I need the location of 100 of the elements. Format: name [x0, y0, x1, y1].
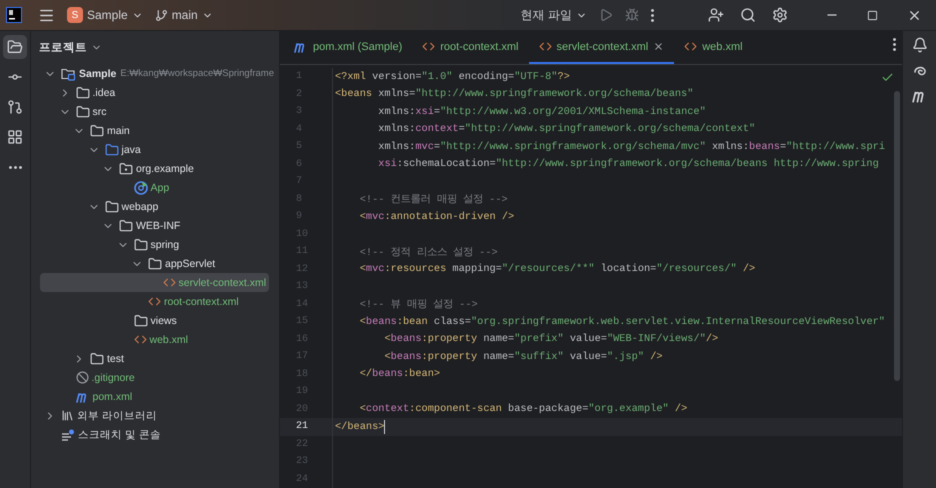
code-line: <context:component-scan base-package="org.example" /> — [360, 403, 688, 416]
folder-icon — [148, 256, 162, 270]
folder-icon — [119, 218, 133, 232]
tree-item[interactable]: pom.xml — [40, 387, 269, 406]
scrollbar[interactable] — [894, 91, 900, 381]
tree-item[interactable]: App — [40, 178, 269, 197]
code-line: </beans> — [335, 420, 384, 433]
tree-item-label: main — [107, 124, 130, 136]
pull-request-icon — [7, 99, 23, 115]
folder-icon — [76, 104, 90, 118]
bug-icon — [625, 8, 639, 22]
code-line: <beans:property name="prefix" value="WEB-INF/views/"/> — [384, 333, 718, 346]
bell-icon-button[interactable] — [912, 37, 928, 53]
text-caret — [384, 420, 386, 434]
package-icon — [119, 162, 133, 176]
code-line: <!-- 뷰 매핑 설정 --> — [360, 298, 478, 312]
folder-icon — [7, 39, 23, 55]
branch-selector[interactable]: main — [148, 2, 219, 28]
run-config-selector[interactable]: 현재 파일 — [514, 2, 593, 28]
tree-item[interactable]: src — [40, 102, 269, 121]
code-line: <!-- 정적 리소스 설정 --> — [360, 246, 498, 259]
code-line: xsi:schemaLocation="http://www.springframework.org/schema/beans http://www.spring — [378, 158, 879, 170]
tree-item[interactable]: web.xml — [40, 330, 269, 349]
tree-item-label: appServlet — [165, 258, 216, 270]
tree-item[interactable]: servlet-context.xml — [40, 273, 269, 292]
scratch-icon — [61, 428, 75, 440]
tree-item-label: root-context.xml — [164, 296, 239, 308]
tree-item[interactable]: 스크래치 및 콘솔 — [40, 425, 269, 444]
app-logo-icon — [6, 7, 22, 23]
project-badge: S — [67, 7, 83, 23]
tree-item[interactable]: java — [40, 140, 269, 159]
bell-icon — [912, 37, 928, 53]
tree-item-label: web.xml — [150, 334, 188, 346]
tool-window-button[interactable] — [3, 35, 27, 59]
code-line: <beans xmlns="http://www.springframework.org/schema/beans" — [335, 88, 694, 100]
project-path: E:₩kang₩workspace₩Springframe — [120, 68, 274, 79]
tree-item-label: 스크래치 및 콘솔 — [78, 428, 161, 442]
project-folder-icon — [61, 66, 76, 80]
tree-item[interactable]: WEB-INF — [40, 216, 269, 235]
code-line: <beans:property name="suffix" value=".jsp" /> — [384, 350, 663, 363]
code-line: xmlns:mvc="http://www.springframework.org/schema/mvc" xmlns:beans="http://www.spri — [378, 140, 886, 153]
ignore-file-icon — [76, 371, 88, 384]
folder-icon — [90, 124, 104, 138]
tree-item[interactable]: 외부 라이브러리 — [40, 406, 269, 425]
project-selector[interactable]: S Sample — [61, 2, 149, 28]
editor-tab[interactable]: web.xml — [674, 31, 753, 64]
folder-icon — [104, 200, 118, 214]
tree-item-label: servlet-context.xml — [178, 276, 266, 288]
tree-item-label: Sample — [79, 68, 116, 80]
code-line: xmlns:xsi="http://www.w3.org/2001/XMLSchema-instance" — [378, 106, 706, 118]
tree-item[interactable]: appServlet — [40, 254, 269, 273]
tree-item-label: 외부 라이브러리 — [77, 408, 157, 422]
search-icon — [740, 7, 756, 23]
more-icon — [893, 38, 896, 50]
class-icon — [134, 180, 148, 194]
maximize-icon — [866, 10, 878, 20]
library-icon — [61, 409, 74, 422]
code-line: <beans:bean class="org.springframework.web.servlet.view.InternalResourceViewResolver" — [360, 316, 885, 328]
tree-item-label: views — [150, 314, 177, 326]
tree-item[interactable]: main — [40, 121, 269, 140]
code-line: <?xml version="1.0" encoding="UTF-8"?> — [335, 70, 570, 83]
code-file-icon — [684, 40, 698, 53]
more-icon — [651, 8, 654, 22]
tree-item-label: .idea — [92, 86, 116, 98]
folder-icon — [134, 314, 148, 328]
close-icon[interactable] — [653, 41, 664, 52]
folder-icon — [90, 352, 104, 366]
code-file-icon — [148, 295, 161, 308]
tree-item[interactable]: webapp — [40, 197, 269, 216]
code-file-icon — [162, 276, 176, 289]
code-file-icon — [134, 333, 146, 346]
tree-item-label: java — [122, 144, 141, 156]
code-line: <mvc:annotation-driven /> — [360, 210, 514, 223]
tree-item[interactable]: root-context.xml — [40, 292, 269, 311]
tree-item-label: .gitignore — [92, 372, 135, 384]
code-file-icon — [422, 40, 436, 53]
tree-item[interactable]: .gitignore — [40, 368, 269, 387]
tree-item[interactable]: org.example — [40, 159, 269, 178]
tree-item[interactable]: test — [40, 349, 269, 368]
add-user-icon — [708, 7, 724, 23]
panel-title[interactable]: 프로젝트 — [39, 40, 87, 55]
settings-icon — [772, 7, 788, 23]
folder-icon — [104, 142, 118, 156]
tree-item[interactable]: spring — [40, 235, 269, 254]
folder-icon — [76, 86, 90, 100]
editor-tab[interactable]: root-context.xml — [412, 31, 528, 64]
tree-item-label: webapp — [122, 200, 158, 212]
tree-item[interactable]: .idea — [40, 83, 269, 102]
editor-tab[interactable]: pom.xml (Sample) — [284, 31, 412, 64]
tree-item-label: App — [150, 182, 170, 194]
tree-item-label: pom.xml — [92, 390, 132, 402]
editor-tab[interactable]: servlet-context.xml — [528, 31, 674, 64]
tree-item[interactable]: Sample E:₩kang₩workspace₩Springframe — [40, 64, 274, 83]
folder-icon — [134, 238, 148, 252]
structure-icon — [7, 129, 23, 145]
code-line: <!-- 컨트롤러 매핑 설정 --> — [360, 193, 508, 206]
play-icon — [599, 8, 613, 22]
tree-item-label: src — [92, 106, 106, 118]
more-icon — [8, 166, 22, 168]
tree-item[interactable]: views — [40, 311, 269, 330]
